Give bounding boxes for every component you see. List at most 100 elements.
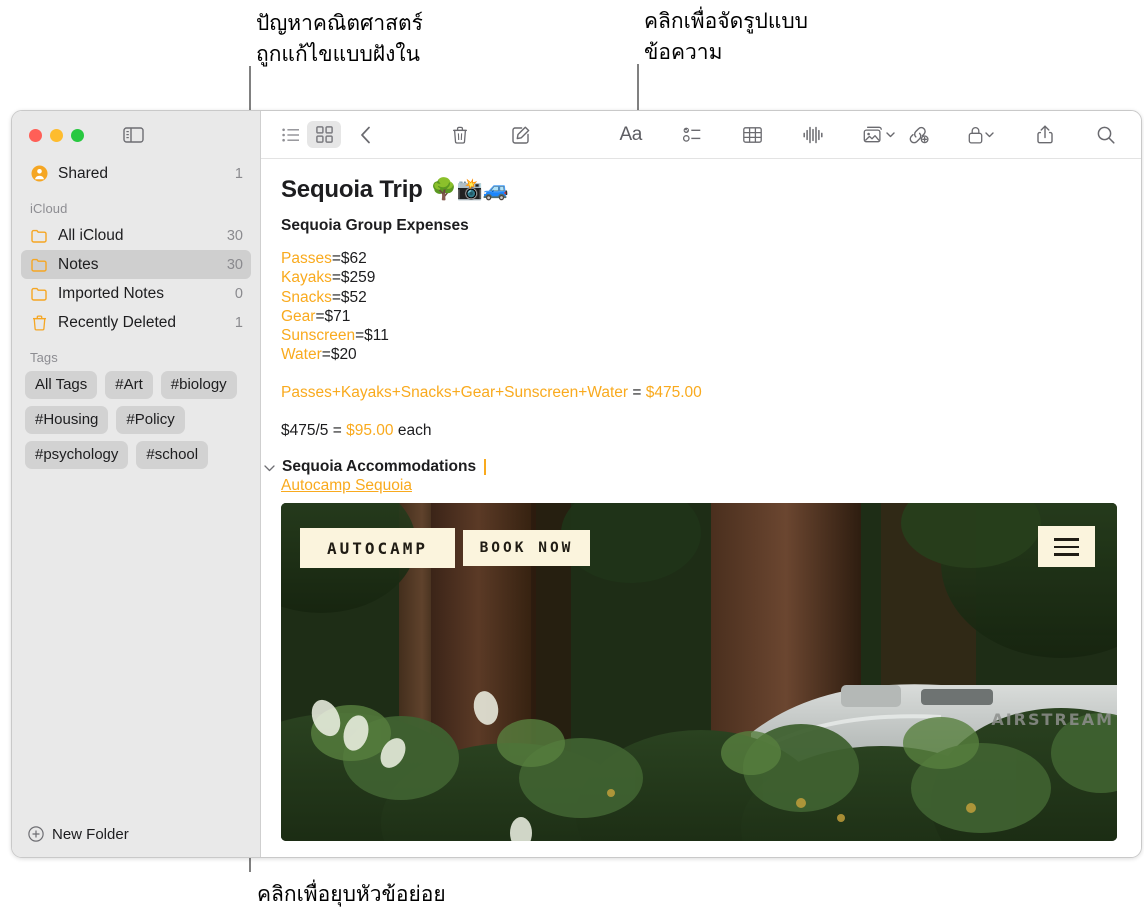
close-button[interactable] — [29, 128, 42, 142]
expense-value: =$52 — [331, 288, 367, 306]
sidebar-item-notes[interactable]: Notes 30 — [21, 250, 251, 279]
division-suffix: each — [393, 422, 432, 440]
text-cursor — [484, 459, 487, 476]
expense-name: Passes — [281, 250, 332, 267]
sidebar-folder-list: All iCloud 30 Notes 30 Imported Notes 0 … — [12, 221, 260, 337]
autocamp-logo-button[interactable]: AUTOCAMP — [300, 528, 455, 569]
audio-waveform-icon[interactable] — [797, 121, 830, 148]
folder-icon — [30, 255, 49, 274]
expense-name: Gear — [281, 307, 316, 325]
expense-row: Water=$20 — [281, 345, 1121, 364]
trash-icon[interactable] — [443, 121, 476, 148]
link-icon[interactable] — [901, 121, 934, 148]
tag-art[interactable]: #Art — [105, 371, 153, 399]
format-aa-label: Aa — [619, 123, 643, 145]
trash-icon — [30, 313, 49, 332]
sidebar-item-label: All iCloud — [58, 226, 124, 244]
callout-math-inline: ปัญหาคณิตศาสตร์ ถูกแก้ไขแบบฝังใน — [256, 11, 423, 66]
link-preview-image[interactable]: AUTOCAMP BOOK NOW AIRSTREAM — [281, 503, 1117, 842]
sidebar-item-shared[interactable]: Shared 1 — [21, 159, 251, 188]
expense-list: Passes=$62 Kayaks=$259 Snacks=$52 Gear=$… — [281, 249, 1121, 365]
minimize-button[interactable] — [50, 128, 63, 142]
note-title: Sequoia Trip 🌳📸🚙 — [281, 176, 1121, 204]
sidebar-item-count: 30 — [226, 256, 243, 273]
sum-formula-row: Passes+Kayaks+Snacks+Gear+Sunscreen+Wate… — [281, 383, 1121, 402]
tag-psychology[interactable]: #psychology — [25, 441, 129, 469]
format-aa-icon[interactable]: Aa — [614, 121, 647, 148]
search-icon[interactable] — [1090, 121, 1123, 148]
callout-collapse-heading: คลิกเพื่อยุบหัวข้อย่อย — [257, 882, 446, 906]
tag-policy[interactable]: #Policy — [116, 406, 185, 434]
tag-housing[interactable]: #Housing — [25, 406, 109, 434]
tag-school[interactable]: #school — [136, 441, 209, 469]
expense-name: Water — [281, 346, 322, 364]
sidebar-item-label: Recently Deleted — [58, 313, 177, 331]
sidebar-item-count: 1 — [234, 314, 243, 331]
sum-equals: = — [628, 383, 646, 401]
expense-value: =$62 — [331, 250, 367, 267]
sidebar-item-label: Shared — [58, 164, 108, 182]
expense-name: Snacks — [281, 288, 332, 306]
tag-biology[interactable]: #biology — [160, 371, 237, 399]
expense-value: =$20 — [321, 346, 357, 364]
sidebar-item-count: 30 — [226, 227, 243, 244]
sidebar-toggle-icon[interactable] — [122, 127, 144, 144]
sidebar: Shared 1 iCloud All iCloud 30 Notes 30 I… — [12, 111, 261, 857]
collapsible-heading-text: Sequoia Accommodations — [282, 458, 477, 476]
tag-all-tags[interactable]: All Tags — [25, 371, 98, 399]
sidebar-section-icloud: iCloud — [30, 201, 68, 216]
share-icon[interactable] — [1029, 121, 1062, 148]
expense-value: =$259 — [331, 269, 376, 287]
division-expression: $475/5 — [281, 422, 329, 440]
expense-name: Sunscreen — [281, 327, 356, 345]
sidebar-item-count: 0 — [234, 285, 243, 302]
expense-row: Sunscreen=$11 — [281, 326, 1121, 345]
checklist-icon[interactable] — [675, 121, 708, 148]
book-now-button[interactable]: BOOK NOW — [463, 530, 590, 567]
lock-icon[interactable] — [962, 121, 1001, 148]
note-toolbar: Aa — [261, 111, 1141, 159]
sidebar-section-tags: Tags — [30, 350, 58, 365]
folder-icon — [30, 284, 49, 303]
sidebar-item-imported-notes[interactable]: Imported Notes 0 — [21, 279, 251, 308]
expense-row: Kayaks=$259 — [281, 268, 1121, 287]
airstream-wordmark: AIRSTREAM — [991, 710, 1114, 730]
division-formula-row: $475/5 = $95.00 each — [281, 421, 1121, 440]
note-title-text: Sequoia Trip — [281, 176, 423, 203]
sidebar-item-label: Imported Notes — [58, 284, 164, 302]
expense-value: =$11 — [355, 327, 389, 345]
expense-name: Kayaks — [281, 269, 332, 287]
sidebar-top-list: Shared 1 — [12, 159, 260, 188]
division-equals: = — [328, 422, 347, 440]
folder-icon — [30, 226, 49, 245]
gallery-view-icon[interactable] — [307, 121, 341, 148]
table-icon[interactable] — [736, 121, 769, 148]
chevron-down-icon[interactable] — [264, 460, 276, 475]
zoom-button[interactable] — [71, 128, 84, 142]
plus-circle-icon — [28, 826, 44, 842]
new-folder-button[interactable]: New Folder — [12, 811, 260, 857]
back-chevron-icon[interactable] — [349, 121, 382, 148]
new-folder-label: New Folder — [52, 825, 129, 843]
sidebar-item-all-icloud[interactable]: All iCloud 30 — [21, 221, 251, 250]
media-icon[interactable] — [858, 121, 901, 148]
hamburger-menu-icon[interactable] — [1038, 526, 1095, 568]
shared-person-icon — [30, 164, 49, 183]
expense-row: Gear=$71 — [281, 307, 1121, 326]
note-body[interactable]: Sequoia Trip 🌳📸🚙 Sequoia Group Expenses … — [261, 159, 1141, 857]
sidebar-item-recently-deleted[interactable]: Recently Deleted 1 — [21, 308, 251, 337]
sum-expression: Passes+Kayaks+Snacks+Gear+Sunscreen+Wate… — [281, 383, 629, 401]
callout-format-text: คลิกเพื่อจัดรูปแบบ ข้อความ — [644, 9, 809, 64]
collapsible-heading-row[interactable]: Sequoia Accommodations — [264, 458, 1121, 476]
sum-result: $475.00 — [645, 383, 702, 401]
note-title-emoji: 🌳📸🚙 — [430, 178, 509, 201]
compose-icon[interactable] — [504, 121, 537, 148]
division-result: $95.00 — [346, 422, 394, 440]
tag-list: All Tags #Art #biology #Housing #Policy … — [12, 370, 260, 469]
expense-value: =$71 — [315, 307, 351, 325]
list-view-icon[interactable] — [274, 121, 307, 148]
expense-row: Snacks=$52 — [281, 288, 1121, 307]
note-detail-pane: Aa Sequoia Trip 🌳📸🚙 Sequoia Group Expens… — [261, 111, 1141, 857]
expense-row: Passes=$62 — [281, 249, 1121, 268]
autocamp-link[interactable]: Autocamp Sequoia — [281, 477, 412, 495]
